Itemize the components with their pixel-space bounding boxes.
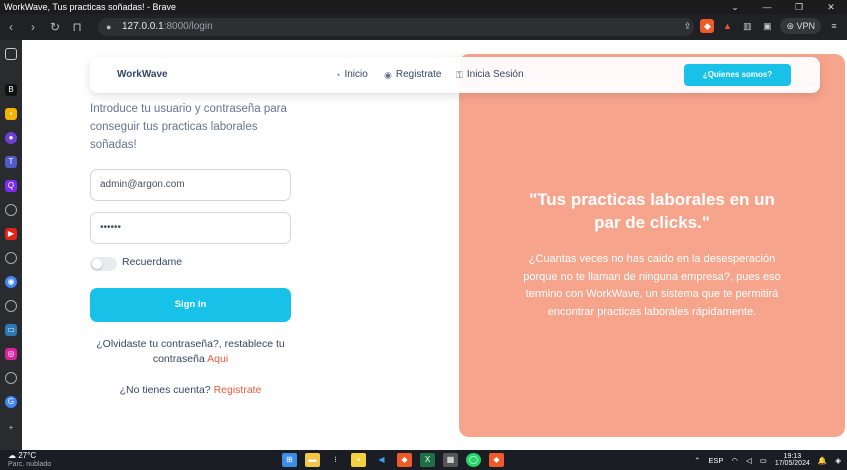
notifications-icon[interactable]: 🔔 <box>818 456 827 465</box>
terminal-icon[interactable]: ⁝ <box>328 453 343 467</box>
close-button[interactable]: ✕ <box>815 0 847 14</box>
tray-chevron-icon[interactable]: ⌃ <box>694 456 700 465</box>
vpn-button[interactable]: ⊛ VPN <box>780 18 821 34</box>
forgot-password-message: ¿Olvidaste tu contraseña?, restablece tu… <box>96 338 285 365</box>
minimize-button[interactable]: — <box>751 0 783 14</box>
tab-search-button[interactable]: ⌄ <box>719 0 751 14</box>
signup-message: ¿No tienes cuenta? <box>119 384 211 396</box>
bing-icon[interactable]: B <box>5 84 17 96</box>
site-info-icon[interactable]: ● <box>106 18 111 36</box>
remember-me-toggle[interactable] <box>90 257 117 271</box>
whatsapp-icon[interactable]: ◯ <box>466 453 481 467</box>
site-navbar: WorkWave ◔ Inicio ◉ Registrate ⚿ Inicia … <box>90 57 820 93</box>
about-us-button[interactable]: ¿Quienes somos? <box>684 64 791 86</box>
sync-icon[interactable] <box>5 252 17 264</box>
hero-title: "Tus practicas laborales en un par de cl… <box>529 190 775 232</box>
temperature: 27°C <box>18 451 37 460</box>
teams-icon[interactable]: T <box>5 156 17 168</box>
calculator-icon[interactable]: ▦ <box>443 453 458 467</box>
user-circle-icon: ◉ <box>384 70 392 80</box>
nav-link-inicio[interactable]: ◔ Inicio <box>335 57 368 93</box>
window-title: WorkWave, Tus practicas soñadas! - Brave <box>4 2 177 12</box>
taskbar-apps: ⊞ ▬ ⁝ ▪ ◀ ◆ X ▦ ◯ ◆ <box>282 453 504 467</box>
brand-logo[interactable]: WorkWave <box>117 57 168 93</box>
monitor-icon[interactable]: ▭ <box>5 324 17 336</box>
window-title-bar: WorkWave, Tus practicas soñadas! - Brave… <box>0 0 847 14</box>
notes-icon[interactable]: ▪ <box>5 108 17 120</box>
nav-link-label: Inicia Sesión <box>466 69 524 80</box>
restore-button[interactable]: ❐ <box>783 0 815 14</box>
pie-chart-icon: ◔ <box>335 70 341 80</box>
browser-sidebar: B ▪ ● T Q ▶ ◉ ▭ ◎ G + <box>0 40 22 450</box>
github-icon[interactable] <box>5 204 17 216</box>
nav-link-registrate[interactable]: ◉ Registrate <box>384 57 441 93</box>
instagram-icon[interactable]: ◎ <box>5 348 17 360</box>
forgot-password-text: ¿Olvidaste tu contraseña?, restablece tu… <box>90 337 291 367</box>
back-icon[interactable]: ‹ <box>0 20 22 34</box>
url-path: :8000/login <box>163 21 213 32</box>
add-icon[interactable]: + <box>5 422 17 434</box>
browser-toolbar: ‹ › ↻ ⊓ ● 127.0.0.1:8000/login ⇪ ◆ ▲ ▥ ▣… <box>0 14 847 40</box>
reload-icon[interactable]: ↻ <box>44 20 66 34</box>
menu-icon[interactable]: ≡ <box>827 19 841 33</box>
time: 19:13 <box>783 453 802 460</box>
file-explorer-icon[interactable]: ▬ <box>305 453 320 467</box>
weather-icon: ☁ <box>8 451 16 460</box>
share-icon[interactable]: ⇪ <box>680 19 694 33</box>
forgot-password-link[interactable]: Aqui <box>207 353 228 365</box>
nav-link-inicia-sesion[interactable]: ⚿ Inicia Sesión <box>456 57 524 93</box>
weather-widget[interactable]: ☁ 27°C Parc. nublado <box>8 452 51 469</box>
brave-shields-icon[interactable]: ◆ <box>700 19 715 33</box>
globe-icon[interactable] <box>5 372 17 384</box>
key-icon: ⚿ <box>456 70 463 80</box>
brave-icon[interactable]: ◆ <box>397 453 412 467</box>
address-bar[interactable]: ● 127.0.0.1:8000/login <box>98 18 694 36</box>
battery-icon[interactable]: ▭ <box>760 456 767 465</box>
login-intro-text: Introduce tu usuario y contraseña para c… <box>90 103 287 151</box>
wifi-icon[interactable]: ◠ <box>731 456 738 465</box>
weather-condition: Parc. nublado <box>8 461 52 468</box>
nav-link-label: Registrate <box>395 69 442 80</box>
copilot-icon[interactable]: ◈ <box>835 456 841 465</box>
excel-icon[interactable]: X <box>420 453 435 467</box>
signup-link[interactable]: Registrate <box>214 384 262 396</box>
app-icon[interactable]: ● <box>5 132 17 144</box>
sticky-notes-icon[interactable]: ▪ <box>351 453 366 467</box>
vscode-icon[interactable]: ◀ <box>374 453 389 467</box>
sign-in-button[interactable]: Sign In <box>90 288 291 322</box>
sidebar-panel-icon[interactable] <box>5 48 17 60</box>
wallet-icon[interactable]: ▣ <box>760 19 774 33</box>
openai-icon[interactable] <box>5 300 17 312</box>
vpn-label: VPN <box>796 21 815 31</box>
forward-icon[interactable]: › <box>22 20 44 34</box>
hero-description: ¿Cuantas veces no has caido en la desesp… <box>523 253 781 318</box>
volume-icon[interactable]: ◁ <box>746 456 752 465</box>
email-field[interactable]: admin@argon.com <box>90 169 291 201</box>
date: 17/05/2024 <box>774 460 810 467</box>
brave-rewards-icon[interactable]: ▲ <box>720 19 734 33</box>
clock[interactable]: 19:13 17/05/2024 <box>775 453 810 467</box>
url-host: 127.0.0.1 <box>122 21 164 32</box>
toggle-knob <box>92 259 102 269</box>
chrome-icon[interactable]: ◉ <box>5 276 17 288</box>
youtube-icon[interactable]: ▶ <box>5 228 17 240</box>
system-tray: ⌃ ESP ◠ ◁ ▭ 19:13 17/05/2024 🔔 ◈ <box>694 453 841 467</box>
nav-link-label: Inicio <box>344 69 368 80</box>
page-content: "Tus practicas laborales en un par de cl… <box>22 40 847 450</box>
language-indicator[interactable]: ESP <box>708 456 723 465</box>
password-field[interactable]: •••••• <box>90 212 291 244</box>
os-taskbar: ☁ 27°C Parc. nublado ⊞ ▬ ⁝ ▪ ◀ ◆ X ▦ ◯ ◆… <box>0 450 847 470</box>
bookmark-icon[interactable]: ⊓ <box>66 20 88 34</box>
sidebar-toggle-icon[interactable]: ▥ <box>740 19 754 33</box>
start-icon[interactable]: ⊞ <box>282 453 297 467</box>
brave-beta-icon[interactable]: ◆ <box>489 453 504 467</box>
q-app-icon[interactable]: Q <box>5 180 17 192</box>
hero-panel: "Tus practicas laborales en un par de cl… <box>459 54 845 437</box>
google-icon[interactable]: G <box>5 396 17 408</box>
remember-me-label: Recuerdame <box>122 256 183 268</box>
signup-prompt: ¿No tienes cuenta? Registrate <box>90 384 291 396</box>
